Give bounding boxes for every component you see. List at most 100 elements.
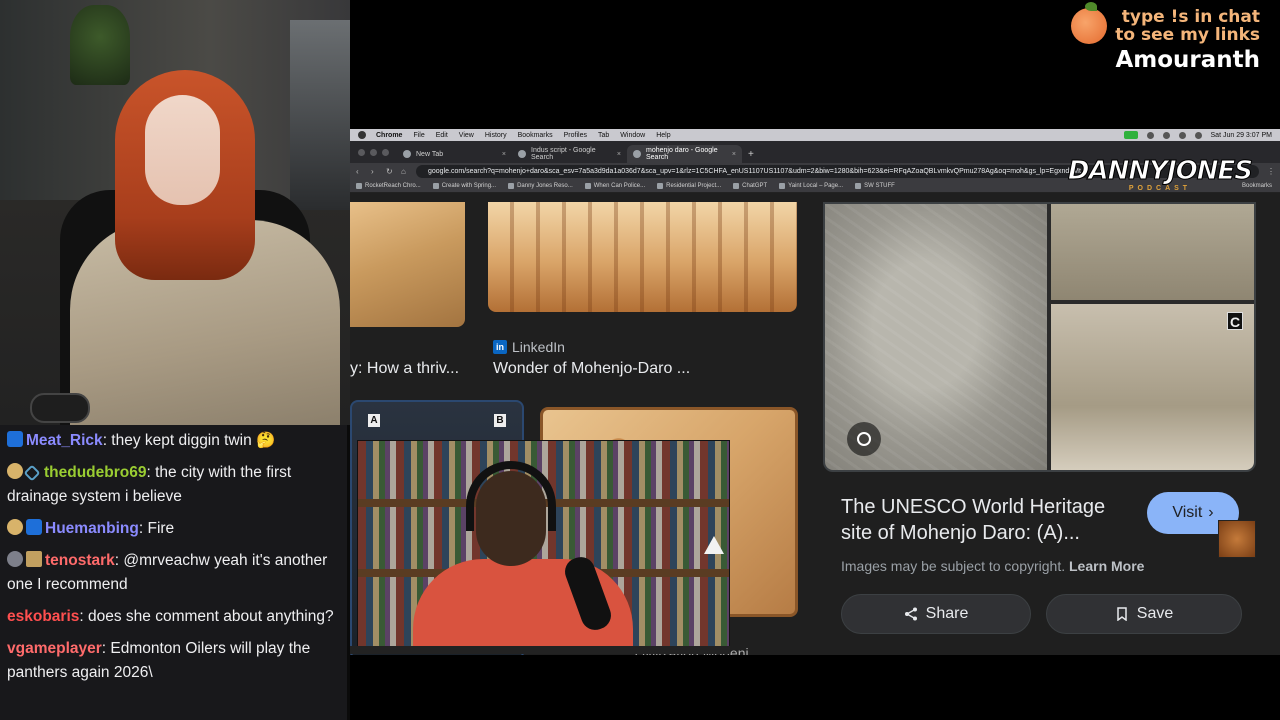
menu-kebab-icon[interactable]: ⋮ — [1267, 168, 1275, 176]
back-icon[interactable]: ‹ — [356, 168, 363, 176]
crown-badge-icon — [26, 519, 42, 535]
close-tab-icon[interactable]: × — [502, 151, 506, 158]
overlay-line-2: to see my links — [1115, 25, 1260, 45]
result-source[interactable]: in LinkedIn — [493, 339, 565, 355]
bookmark-item[interactable]: When Can Police... — [584, 183, 646, 189]
mini-webcam — [1218, 520, 1256, 558]
save-button[interactable]: Save — [1046, 594, 1242, 634]
camera-indicator-icon[interactable] — [1123, 131, 1138, 139]
chat-message: Huemanbing: Fire — [7, 517, 340, 541]
control-center-icon[interactable] — [1194, 131, 1202, 139]
ruins-photo-bottom — [1051, 304, 1254, 470]
panel-image[interactable]: C — [823, 202, 1256, 472]
tab-mohenjo-daro[interactable]: mohenjo daro - Google Search × — [627, 145, 742, 163]
close-window-icon[interactable] — [358, 148, 365, 156]
menubar-clock[interactable]: Sat Jun 29 3:07 PM — [1211, 132, 1272, 139]
bookmark-item[interactable]: Danny Jones Reso... — [508, 183, 573, 189]
menu-tab[interactable]: Tab — [598, 132, 609, 139]
battery-icon[interactable] — [1162, 131, 1170, 139]
diamond-badge-icon — [23, 464, 41, 482]
chat-message: tenostark: @mrveachw yeah it's another o… — [7, 549, 340, 597]
guest-video — [357, 440, 730, 653]
bookmark-folder[interactable]: SW STUFF — [855, 183, 895, 189]
bookmark-label: Residential Project... — [666, 183, 722, 189]
overlay-line-1: type !s in chat — [1121, 7, 1260, 27]
learn-more-link[interactable]: Learn More — [1069, 558, 1144, 574]
result-title[interactable]: Wonder of Mohenjo-Daro ... — [493, 360, 690, 378]
result-source-label: LinkedIn — [512, 339, 565, 355]
bookmark-favicon-icon — [508, 183, 515, 189]
menu-history[interactable]: History — [485, 132, 507, 139]
result-image-city[interactable] — [488, 202, 797, 312]
tab-label: New Tab — [416, 150, 444, 158]
reload-icon[interactable]: ↻ — [386, 168, 393, 176]
chat-panel: Meat_Rick: they kept diggin twin 🤔 thedu… — [0, 425, 347, 720]
bookmark-item[interactable]: Create with Spring... — [432, 183, 496, 189]
result-title[interactable]: y: How a thriv... — [350, 360, 459, 378]
bookmark-icon — [1117, 607, 1127, 621]
zoom-window-icon[interactable] — [382, 148, 389, 156]
ghost-badge-icon — [7, 551, 23, 567]
menu-help[interactable]: Help — [656, 132, 670, 139]
result-image-ruins[interactable] — [350, 202, 465, 327]
menu-view[interactable]: View — [459, 132, 474, 139]
menu-app-name[interactable]: Chrome — [376, 132, 402, 139]
window-controls — [354, 141, 397, 163]
bookmark-favicon-icon — [584, 183, 591, 189]
share-label: Share — [925, 605, 969, 622]
menu-bookmarks[interactable]: Bookmarks — [518, 132, 553, 139]
home-icon[interactable]: ⌂ — [401, 168, 408, 176]
chrome-favicon-icon — [403, 150, 411, 158]
forward-icon[interactable]: › — [371, 168, 378, 176]
chat-message: Meat_Rick: they kept diggin twin 🤔 — [7, 429, 340, 453]
image-label-b: B — [494, 414, 506, 427]
chat-username[interactable]: tenostark — [45, 552, 115, 569]
wifi-icon[interactable] — [1146, 131, 1154, 139]
bookmark-item[interactable]: Residential Project... — [657, 183, 721, 189]
bookmark-item[interactable]: Yaint Local – Page... — [779, 183, 843, 189]
bookmark-label: Yaint Local – Page... — [788, 183, 844, 189]
peach-icon — [1071, 2, 1108, 44]
tab-new-tab[interactable]: New Tab × — [397, 145, 512, 163]
close-tab-icon[interactable]: × — [617, 151, 621, 158]
video-strip — [350, 646, 730, 654]
bookmark-favicon-icon — [779, 183, 786, 189]
google-favicon-icon — [518, 150, 526, 158]
menu-profiles[interactable]: Profiles — [564, 132, 587, 139]
close-tab-icon[interactable]: × — [732, 151, 736, 158]
ruins-photo-top — [1051, 204, 1254, 300]
minimize-window-icon[interactable] — [370, 148, 377, 156]
podcast-logo-main: DANNYJONES — [1067, 156, 1253, 186]
lamp — [704, 536, 724, 554]
chat-username[interactable]: vgameplayer — [7, 640, 102, 657]
bookmark-item[interactable]: ChatGPT — [733, 183, 767, 189]
tab-indus-script[interactable]: Indus script - Google Search × — [512, 145, 627, 163]
panel-title[interactable]: The UNESCO World Heritage site of Mohenj… — [841, 494, 1131, 546]
tab-label: mohenjo daro - Google Search — [646, 147, 718, 161]
share-button[interactable]: Share — [841, 594, 1031, 634]
chat-username[interactable]: thedudebro69 — [44, 464, 146, 481]
menu-window[interactable]: Window — [620, 132, 645, 139]
mac-menubar: Chrome File Edit View History Bookmarks … — [350, 129, 1280, 141]
bookmark-item[interactable]: RocketReach Chro... — [356, 183, 421, 189]
search-icon[interactable] — [1178, 131, 1186, 139]
bookmark-label: When Can Police... — [593, 183, 646, 189]
chat-username[interactable]: Meat_Rick — [26, 432, 103, 449]
podcast-logo: DANNYJONES PODCAST — [1067, 156, 1253, 193]
chat-username[interactable]: Huemanbing — [45, 520, 139, 537]
apple-icon[interactable] — [358, 131, 366, 139]
menu-file[interactable]: File — [413, 132, 424, 139]
chat-text: : does she comment about anything? — [79, 608, 334, 625]
share-icon — [904, 607, 917, 621]
emote-badge-icon — [7, 519, 23, 535]
chat-username[interactable]: eskobaris — [7, 608, 79, 625]
copyright-notice: Images may be subject to copyright. Lear… — [841, 558, 1144, 574]
chat-message: thedudebro69: the city with the first dr… — [7, 461, 340, 509]
chat-message: eskobaris: does she comment about anythi… — [7, 605, 340, 629]
google-favicon-icon — [633, 150, 641, 158]
chat-message: vgameplayer: Edmonton Oilers will play t… — [7, 637, 340, 685]
streamer-name: Amouranth — [1115, 47, 1260, 73]
new-tab-icon[interactable]: + — [742, 149, 760, 163]
google-lens-icon[interactable] — [847, 422, 881, 456]
menu-edit[interactable]: Edit — [436, 132, 448, 139]
